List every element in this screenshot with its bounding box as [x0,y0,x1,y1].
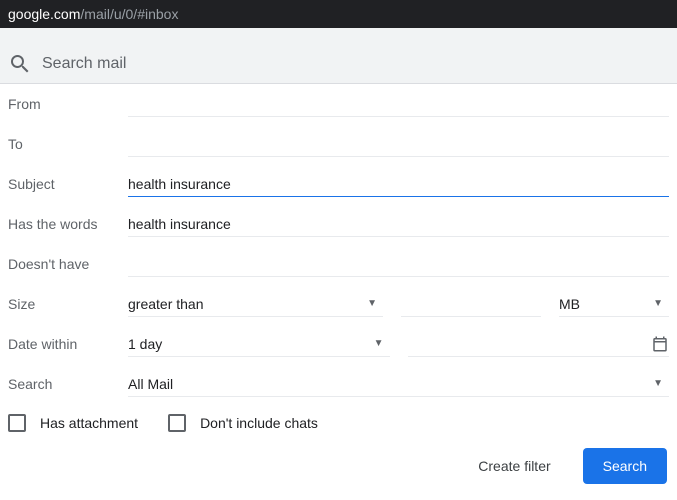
input-from[interactable] [128,91,669,117]
input-subject[interactable] [128,171,669,197]
label-date-within: Date within [8,336,128,352]
label-dont-include-chats: Don't include chats [200,415,318,431]
search-scope-value: All Mail [128,376,653,392]
advanced-search-form: From To Subject Has the words Doesn't ha… [0,84,677,496]
url-host: google.com [8,6,80,22]
row-search-scope: Search All Mail ▼ [8,364,669,404]
row-has-words: Has the words [8,204,669,244]
row-doesnt-have: Doesn't have [8,244,669,284]
label-subject: Subject [8,176,128,192]
input-date[interactable] [408,331,670,357]
input-has-words[interactable] [128,211,669,237]
input-size-value[interactable] [401,291,541,317]
select-date-within[interactable]: 1 day ▼ [128,331,390,357]
search-input[interactable] [42,55,669,73]
checkbox-dont-include-chats[interactable]: Don't include chats [168,414,318,432]
select-size-comparator[interactable]: greater than ▼ [128,291,383,317]
input-doesnt-have[interactable] [128,251,669,277]
search-bar [0,44,677,84]
label-search-scope: Search [8,376,128,392]
chevron-down-icon: ▼ [653,378,663,389]
label-to: To [8,136,128,152]
row-buttons: Create filter Search [8,440,669,488]
decorative-strip [0,28,677,44]
label-doesnt-have: Doesn't have [8,256,128,272]
label-size: Size [8,296,128,312]
label-from: From [8,96,128,112]
row-subject: Subject [8,164,669,204]
url-path: /mail/u/0/#inbox [80,6,178,22]
label-has-words: Has the words [8,216,128,232]
checkbox-box-icon [8,414,26,432]
row-to: To [8,124,669,164]
chevron-down-icon: ▼ [367,298,377,309]
calendar-icon [651,335,669,353]
select-size-unit[interactable]: MB ▼ [559,291,669,317]
create-filter-button[interactable]: Create filter [458,448,570,484]
size-comparator-value: greater than [128,296,367,312]
checkbox-has-attachment[interactable]: Has attachment [8,414,138,432]
checkbox-box-icon [168,414,186,432]
search-button[interactable]: Search [583,448,667,484]
row-checkboxes: Has attachment Don't include chats [8,404,669,440]
select-search-scope[interactable]: All Mail ▼ [128,371,669,397]
search-icon [8,52,32,76]
date-within-value: 1 day [128,336,374,352]
chevron-down-icon: ▼ [374,338,384,349]
row-date-within: Date within 1 day ▼ [8,324,669,364]
size-unit-value: MB [559,296,653,312]
label-has-attachment: Has attachment [40,415,138,431]
input-to[interactable] [128,131,669,157]
row-from: From [8,84,669,124]
browser-url-bar: google.com/mail/u/0/#inbox [0,0,677,28]
chevron-down-icon: ▼ [653,298,663,309]
row-size: Size greater than ▼ MB ▼ [8,284,669,324]
